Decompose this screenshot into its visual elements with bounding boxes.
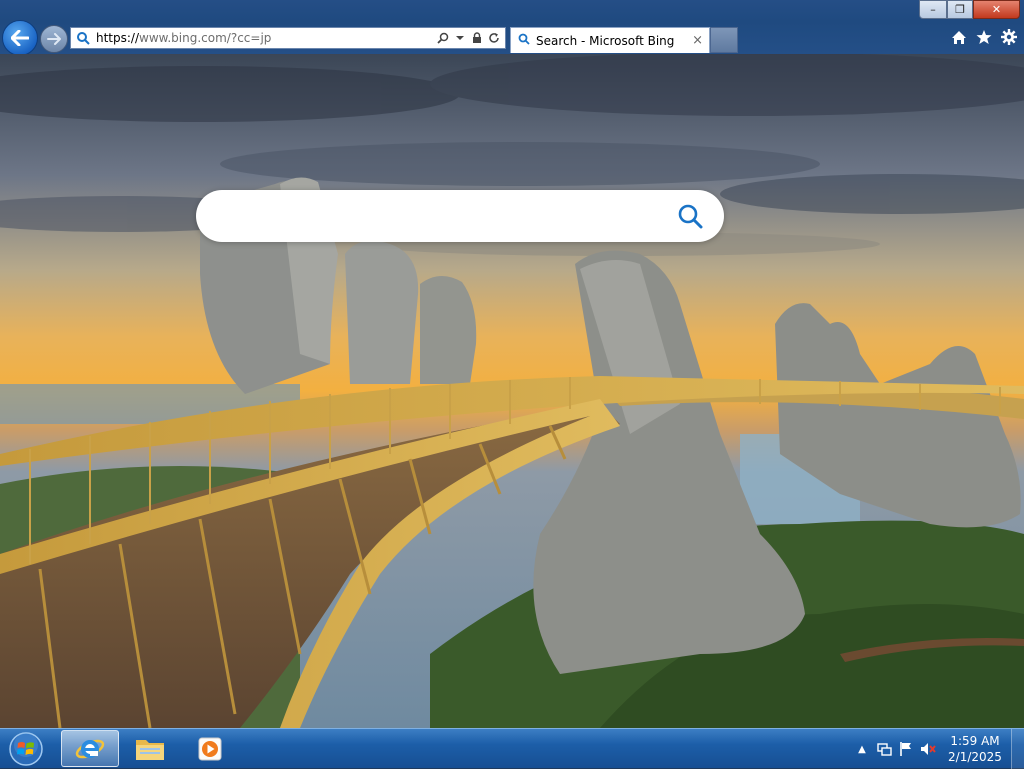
bing-favicon-icon [75,30,91,46]
url-path: /?cc=jp [226,31,272,45]
internet-explorer-icon [75,739,105,758]
clock-date: 2/1/2025 [948,750,1002,764]
tab-close-button[interactable]: × [692,33,703,48]
volume-muted-icon[interactable] [917,739,939,759]
bing-tab-icon [518,33,530,48]
clock-time: 1:59 AM [950,734,1000,748]
bing-homepage [0,54,1024,728]
taskbar-media-player[interactable] [181,730,239,767]
system-tray: ▲ 1:59 AM 2/1/2025 [851,729,1024,769]
url-scheme: https:// [96,31,140,45]
back-button[interactable] [2,20,38,56]
settings-gear-icon[interactable] [1000,28,1018,46]
action-center-flag-icon[interactable] [895,739,917,759]
windows-logo-icon [9,732,43,766]
network-icon[interactable] [873,739,895,759]
tab-label: Search - Microsoft Bing [536,33,675,48]
window-controls: – ❐ ✕ [919,0,1020,19]
address-tools [436,30,505,46]
address-url[interactable]: https://www.bing.com/?cc=jp [96,31,271,45]
back-arrow-icon [11,30,29,46]
maximize-button[interactable]: ❐ [947,0,973,19]
taskbar-internet-explorer[interactable] [61,730,119,767]
home-icon[interactable] [950,28,968,46]
refresh-icon[interactable] [487,30,500,46]
folder-icon [136,739,164,760]
address-bar[interactable]: https://www.bing.com/?cc=jp [70,27,506,49]
clock[interactable]: 1:59 AM 2/1/2025 [943,733,1007,765]
search-input[interactable] [218,195,670,237]
search-icon[interactable] [436,30,449,46]
forward-arrow-icon [47,33,61,45]
search-icon [678,204,703,229]
show-hidden-icons-button[interactable]: ▲ [851,739,873,759]
lock-icon[interactable] [470,30,483,46]
taskbar-file-explorer[interactable] [121,730,179,767]
dropdown-icon[interactable] [453,30,466,46]
background-image [0,54,1024,728]
close-button[interactable]: ✕ [973,0,1020,19]
minimize-button[interactable]: – [919,0,947,19]
taskbar: ▲ 1:59 AM 2/1/2025 [0,728,1024,769]
media-player-icon [198,737,222,760]
show-desktop-button[interactable] [1011,729,1024,769]
browser-toolbar: – ❐ ✕ https://www.bing.com/?cc=jp Search… [0,0,1024,56]
start-button[interactable] [6,731,46,767]
url-host: www.bing.com [139,31,227,45]
command-icons [950,28,1018,46]
search-button[interactable] [670,196,710,236]
favorites-star-icon[interactable] [975,28,993,46]
tab-bing[interactable]: Search - Microsoft Bing × [510,27,710,53]
search-box [196,190,724,242]
new-tab-button[interactable] [710,27,738,53]
forward-button[interactable] [40,25,68,53]
